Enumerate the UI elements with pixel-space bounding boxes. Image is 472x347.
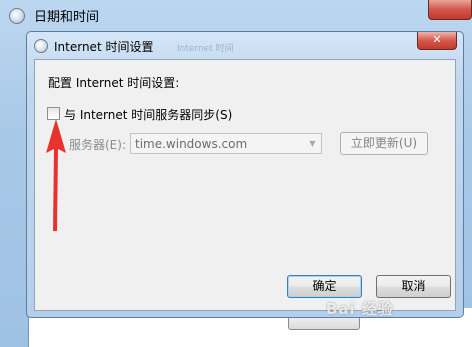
- outer-window-title: 日期和时间: [34, 10, 100, 25]
- outer-close-button[interactable]: [428, 0, 472, 20]
- outer-title-bar[interactable]: 日期和时间: [0, 0, 472, 30]
- config-label: 配置 Internet 时间设置:: [48, 76, 180, 90]
- server-label: 服务器(E):: [69, 138, 126, 152]
- dialog-client-area: 配置 Internet 时间设置: 与 Internet 时间服务器同步(S) …: [34, 59, 456, 311]
- watermark-logo: Bai 经验: [326, 300, 394, 318]
- dialog-title-ghost-text: Internet 时间: [177, 44, 234, 54]
- clock-icon: [9, 8, 25, 24]
- dialog-title: Internet 时间设置: [54, 40, 154, 54]
- sync-checkbox-label[interactable]: 与 Internet 时间服务器同步(S): [64, 106, 232, 123]
- dialog-title-bar[interactable]: Internet 时间设置 Internet 时间 ✕: [27, 32, 463, 58]
- chevron-down-icon[interactable]: ▼: [304, 134, 321, 153]
- update-now-button[interactable]: 立即更新(U): [340, 132, 428, 155]
- ok-button[interactable]: 确定: [287, 275, 362, 298]
- cancel-button[interactable]: 取消: [376, 275, 451, 298]
- close-icon: ✕: [432, 33, 442, 46]
- red-arrow-annotation: [46, 119, 66, 231]
- clock-icon: [34, 39, 48, 53]
- close-button[interactable]: ✕: [417, 32, 457, 50]
- server-combobox[interactable]: time.windows.com ▼: [130, 133, 322, 154]
- internet-time-settings-dialog: Internet 时间设置 Internet 时间 ✕ 配置 Internet …: [26, 31, 464, 318]
- arrow-head: [46, 119, 66, 231]
- server-combobox-value: time.windows.com: [135, 137, 248, 151]
